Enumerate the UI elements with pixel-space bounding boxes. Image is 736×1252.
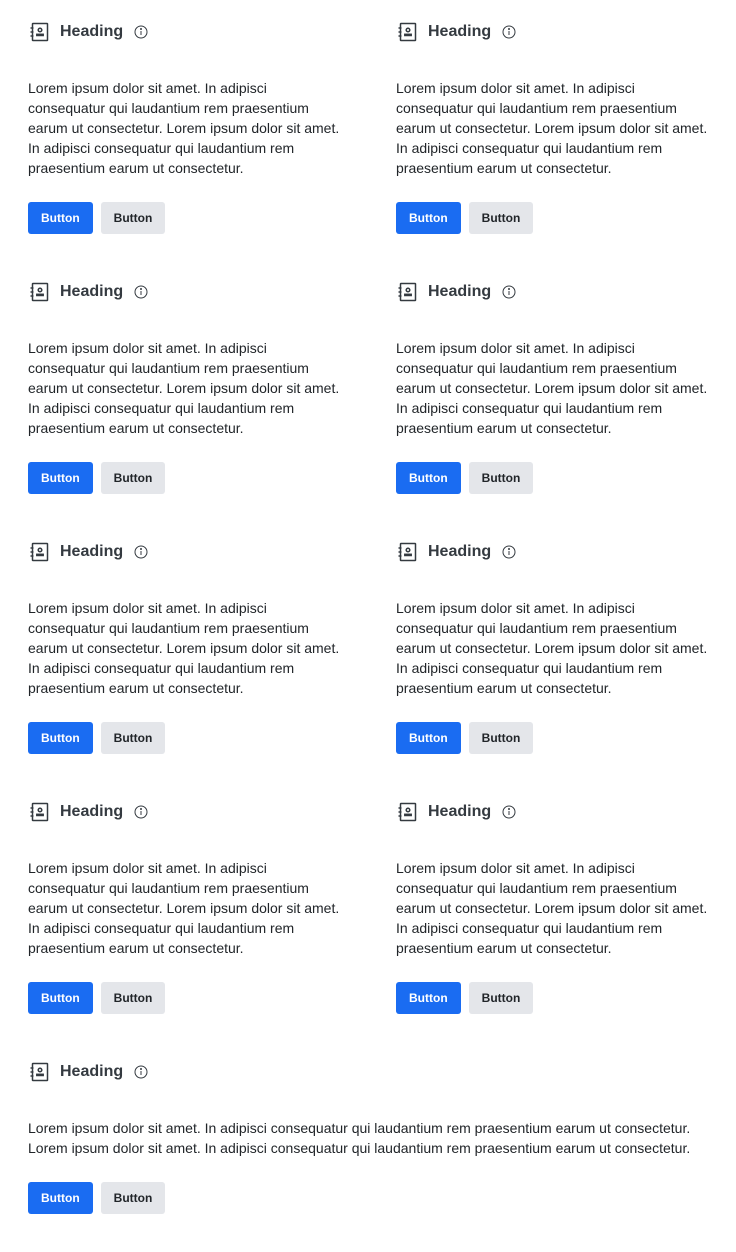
card-body-text: Lorem ipsum dolor sit amet. In adipisci … <box>396 340 708 436</box>
card-body-text: Lorem ipsum dolor sit amet. In adipisci … <box>396 860 708 956</box>
secondary-button[interactable]: Button <box>468 202 534 234</box>
contact-book-icon <box>398 282 417 302</box>
info-icon[interactable] <box>502 545 516 559</box>
card-header: Heading <box>396 792 708 832</box>
contact-book-icon <box>398 802 417 822</box>
secondary-button[interactable]: Button <box>468 982 534 1014</box>
primary-button[interactable]: Button <box>28 722 93 754</box>
card-heading: Heading <box>60 283 124 300</box>
primary-button[interactable]: Button <box>396 462 461 494</box>
contact-book-icon <box>30 282 49 302</box>
secondary-button[interactable]: Button <box>468 722 534 754</box>
card-heading: Heading <box>60 23 124 40</box>
contact-book-icon <box>398 542 417 562</box>
card-heading: Heading <box>428 803 492 820</box>
primary-button[interactable]: Button <box>28 1182 93 1214</box>
card-actions: Button Button <box>396 462 708 494</box>
card: Heading Lorem ipsum dolor sit amet. In a… <box>396 272 708 532</box>
card-actions: Button Button <box>396 722 708 754</box>
info-icon[interactable] <box>134 545 148 559</box>
primary-button[interactable]: Button <box>28 462 93 494</box>
card-body-text: Lorem ipsum dolor sit amet. In adipisci … <box>396 80 708 176</box>
info-icon[interactable] <box>502 25 516 39</box>
card-body-text: Lorem ipsum dolor sit amet. In adipisci … <box>396 600 708 696</box>
info-icon[interactable] <box>134 805 148 819</box>
card-header: Heading <box>28 272 340 312</box>
secondary-button[interactable]: Button <box>100 982 166 1014</box>
primary-button[interactable]: Button <box>28 202 93 234</box>
card-body-text: Lorem ipsum dolor sit amet. In adipisci … <box>28 80 340 176</box>
card-header: Heading <box>396 532 708 572</box>
primary-button[interactable]: Button <box>28 982 93 1014</box>
card: Heading Lorem ipsum dolor sit amet. In a… <box>396 12 708 272</box>
card-wide: Heading Lorem ipsum dolor sit amet. In a… <box>28 1052 708 1252</box>
card: Heading Lorem ipsum dolor sit amet. In a… <box>396 792 708 1052</box>
card-heading: Heading <box>60 1063 124 1080</box>
card-heading: Heading <box>428 283 492 300</box>
card-grid: Heading Lorem ipsum dolor sit amet. In a… <box>28 12 708 1252</box>
card: Heading Lorem ipsum dolor sit amet. In a… <box>396 532 708 792</box>
info-icon[interactable] <box>134 285 148 299</box>
primary-button[interactable]: Button <box>396 202 461 234</box>
card-actions: Button Button <box>28 462 340 494</box>
card-body-text: Lorem ipsum dolor sit amet. In adipisci … <box>28 340 340 436</box>
info-icon[interactable] <box>502 805 516 819</box>
card-actions: Button Button <box>396 982 708 1014</box>
contact-book-icon <box>30 1062 49 1082</box>
secondary-button[interactable]: Button <box>468 462 534 494</box>
card-header: Heading <box>28 1052 708 1092</box>
card: Heading Lorem ipsum dolor sit amet. In a… <box>28 792 340 1052</box>
card-actions: Button Button <box>396 202 708 234</box>
card-header: Heading <box>396 12 708 52</box>
card-actions: Button Button <box>28 722 340 754</box>
card-header: Heading <box>396 272 708 312</box>
card-heading: Heading <box>428 23 492 40</box>
card-header: Heading <box>28 12 340 52</box>
card-actions: Button Button <box>28 982 340 1014</box>
card: Heading Lorem ipsum dolor sit amet. In a… <box>28 532 340 792</box>
card-header: Heading <box>28 792 340 832</box>
secondary-button[interactable]: Button <box>100 1182 166 1214</box>
card-body-text: Lorem ipsum dolor sit amet. In adipisci … <box>28 1120 691 1156</box>
secondary-button[interactable]: Button <box>100 722 166 754</box>
info-icon[interactable] <box>502 285 516 299</box>
card-actions: Button Button <box>28 1182 708 1214</box>
card-heading: Heading <box>60 543 124 560</box>
card-body-text: Lorem ipsum dolor sit amet. In adipisci … <box>28 600 340 696</box>
primary-button[interactable]: Button <box>396 982 461 1014</box>
card-heading: Heading <box>60 803 124 820</box>
contact-book-icon <box>398 22 417 42</box>
card-heading: Heading <box>428 543 492 560</box>
contact-book-icon <box>30 542 49 562</box>
card-header: Heading <box>28 532 340 572</box>
contact-book-icon <box>30 802 49 822</box>
card-body-text: Lorem ipsum dolor sit amet. In adipisci … <box>28 860 340 956</box>
secondary-button[interactable]: Button <box>100 462 166 494</box>
primary-button[interactable]: Button <box>396 722 461 754</box>
info-icon[interactable] <box>134 1065 148 1079</box>
info-icon[interactable] <box>134 25 148 39</box>
card: Heading Lorem ipsum dolor sit amet. In a… <box>28 12 340 272</box>
card: Heading Lorem ipsum dolor sit amet. In a… <box>28 272 340 532</box>
secondary-button[interactable]: Button <box>100 202 166 234</box>
contact-book-icon <box>30 22 49 42</box>
card-actions: Button Button <box>28 202 340 234</box>
